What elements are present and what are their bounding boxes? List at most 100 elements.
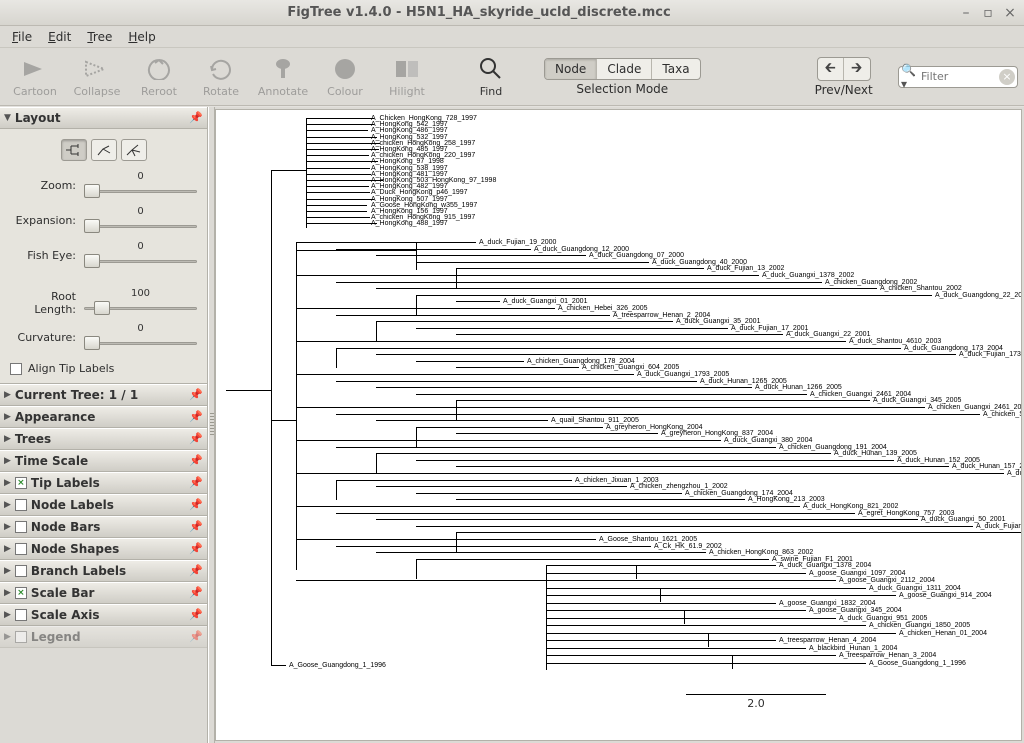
tip-label[interactable]: A_duck_Guangdong_22_2002: [935, 292, 1022, 299]
scaleaxis-checkbox[interactable]: [15, 609, 27, 621]
nodelabels-checkbox[interactable]: [15, 499, 27, 511]
reroot-icon: [145, 55, 173, 83]
tip-label[interactable]: A_goose_Guangxi_1097_2004: [809, 570, 906, 577]
fisheye-slider[interactable]: [82, 252, 199, 270]
filter-input[interactable]: [921, 70, 999, 83]
tip-label[interactable]: A_duck_Guangxi_1311_2004: [869, 585, 961, 592]
align-checkbox[interactable]: [10, 363, 22, 375]
scalebar-checkbox[interactable]: [15, 587, 27, 599]
window-title: FigTree v1.4.0 - H5N1_HA_skyride_ucld_di…: [6, 5, 952, 20]
menubar: File Edit Tree Help: [0, 26, 1024, 48]
tip-label[interactable]: A_goose_Guangxi_345_2004: [809, 607, 902, 614]
tip-label[interactable]: A_goose_Guangxi_2112_2004: [839, 577, 935, 584]
toolbar: Cartoon Collapse Reroot Rotate Annotate …: [0, 48, 1024, 106]
panel-timescale[interactable]: ▶Time Scale📌: [0, 450, 207, 472]
find-icon: [477, 55, 505, 83]
next-button[interactable]: 🡲: [844, 58, 870, 80]
panel-nodebars[interactable]: ▶Node Bars📌: [0, 516, 207, 538]
splitter[interactable]: [208, 107, 215, 743]
panel-legend[interactable]: ▶Legend📌: [0, 626, 207, 648]
selection-mode-group: Node Clade Taxa Selection Mode: [544, 58, 701, 96]
panel-nodeshapes[interactable]: ▶Node Shapes📌: [0, 538, 207, 560]
prevnext-group: 🡰 🡲 Prev/Next: [815, 57, 873, 97]
tip-label[interactable]: A_Goose_Guangdong_1_1996: [869, 660, 966, 667]
hilight-icon: [393, 55, 421, 83]
branchlabels-checkbox[interactable]: [15, 565, 27, 577]
pin-icon: 📌: [189, 388, 203, 402]
layout-panel: Zoom:0 Expansion:0 Fish Eye:0 Root Lengt…: [0, 129, 207, 384]
filter-box[interactable]: 🔍▾ ×: [898, 66, 1018, 88]
tree-style-polar[interactable]: [91, 139, 117, 161]
zoom-slider[interactable]: [82, 182, 199, 200]
nodebars-checkbox[interactable]: [15, 521, 27, 533]
find-button[interactable]: Find: [462, 55, 520, 98]
tip-label[interactable]: A_duck_Fujian_1734_2005: [959, 351, 1022, 358]
tip-label[interactable]: A_chicken_Guangxi_1850_2005: [869, 622, 970, 629]
menu-file[interactable]: File: [6, 28, 38, 46]
collapse-icon: [83, 55, 111, 83]
disclosure-icon: ▼: [4, 113, 11, 123]
search-icon: 🔍▾: [901, 63, 921, 91]
tip-label[interactable]: A_goose_Guangxi_914_2004: [899, 592, 992, 599]
tree-style-radial[interactable]: [121, 139, 147, 161]
tip-label[interactable]: A_blackbird_Hunan_1_2004: [809, 645, 897, 652]
expansion-slider[interactable]: [82, 217, 199, 235]
panel-appearance[interactable]: ▶Appearance📌: [0, 406, 207, 428]
tip-label[interactable]: A_duck_Guangxi_1378_2004: [779, 562, 871, 569]
close-icon[interactable]: ×: [1002, 5, 1018, 21]
sidebar: ▼ Layout 📌 Zoom:0 Expansion:0 Fish Eye:0…: [0, 107, 208, 743]
tip-label[interactable]: A_duck_Hunan_182_2005: [1007, 470, 1022, 477]
selmode-node[interactable]: Node: [545, 59, 597, 79]
annotate-icon: [269, 55, 297, 83]
menu-tree[interactable]: Tree: [81, 28, 118, 46]
prev-button[interactable]: 🡰: [818, 58, 844, 80]
content: ▼ Layout 📌 Zoom:0 Expansion:0 Fish Eye:0…: [0, 106, 1024, 743]
nodeshapes-checkbox[interactable]: [15, 543, 27, 555]
curvature-slider[interactable]: [82, 334, 199, 352]
panel-branchlabels[interactable]: ▶Branch Labels📌: [0, 560, 207, 582]
reroot-button[interactable]: Reroot: [130, 55, 188, 98]
colour-icon: [331, 55, 359, 83]
menu-help[interactable]: Help: [122, 28, 161, 46]
tree-style-rectangular[interactable]: [61, 139, 87, 161]
selmode-taxa[interactable]: Taxa: [652, 59, 699, 79]
selmode-clade[interactable]: Clade: [597, 59, 652, 79]
tiplabels-checkbox[interactable]: [15, 477, 27, 489]
pin-icon[interactable]: 📌: [189, 111, 203, 125]
collapse-button[interactable]: Collapse: [68, 55, 126, 98]
tip-label[interactable]: A_duck_Guangxi_951_2005: [839, 615, 927, 622]
align-tip-labels-row[interactable]: Align Tip Labels: [8, 358, 199, 377]
scale-bar: 2.0: [686, 694, 826, 710]
panel-trees[interactable]: ▶Trees📌: [0, 428, 207, 450]
tree-canvas[interactable]: A_Chicken_HongKong_728_1997A_HongKong_54…: [215, 109, 1022, 741]
menu-edit[interactable]: Edit: [42, 28, 77, 46]
hilight-button[interactable]: Hilight: [378, 55, 436, 98]
tip-label[interactable]: A_goose_Guangxi_1832_2004: [779, 600, 876, 607]
panel-scaleaxis[interactable]: ▶Scale Axis📌: [0, 604, 207, 626]
tip-label[interactable]: A_duck_Fujian_897_2005: [976, 523, 1022, 530]
rotate-button[interactable]: Rotate: [192, 55, 250, 98]
panel-scalebar[interactable]: ▶Scale Bar📌: [0, 582, 207, 604]
tip-label[interactable]: A_Goose_Guangdong_1_1996: [289, 662, 386, 669]
tip-label[interactable]: A_HongKong_488_1997: [371, 220, 448, 227]
tip-label[interactable]: A_chicken_Henan_01_2004: [899, 630, 987, 637]
colour-button[interactable]: Colour: [316, 55, 374, 98]
panel-nodelabels[interactable]: ▶Node Labels📌: [0, 494, 207, 516]
maximize-icon[interactable]: ▫: [980, 5, 996, 21]
clear-filter-icon[interactable]: ×: [999, 69, 1015, 85]
cartoon-button[interactable]: Cartoon: [6, 55, 64, 98]
layout-header[interactable]: ▼ Layout 📌: [0, 107, 207, 129]
cartoon-icon: [21, 55, 49, 83]
panel-tiplabels[interactable]: ▶Tip Labels📌: [0, 472, 207, 494]
rootlength-slider[interactable]: [82, 299, 199, 317]
titlebar: FigTree v1.4.0 - H5N1_HA_skyride_ucld_di…: [0, 0, 1024, 26]
tip-label[interactable]: A_chicken_Shantou_810_2005: [983, 411, 1022, 418]
phylogenetic-tree: A_Chicken_HongKong_728_1997A_HongKong_54…: [216, 110, 1021, 740]
annotate-button[interactable]: Annotate: [254, 55, 312, 98]
legend-checkbox[interactable]: [15, 631, 27, 643]
panel-current-tree[interactable]: ▶Current Tree: 1 / 1📌: [0, 384, 207, 406]
tip-label[interactable]: A_treesparrow_Henan_3_2004: [839, 652, 936, 659]
selmode-label: Selection Mode: [576, 82, 668, 96]
tip-label[interactable]: A_treesparrow_Henan_4_2004: [779, 637, 876, 644]
minimize-icon[interactable]: –: [958, 5, 974, 21]
